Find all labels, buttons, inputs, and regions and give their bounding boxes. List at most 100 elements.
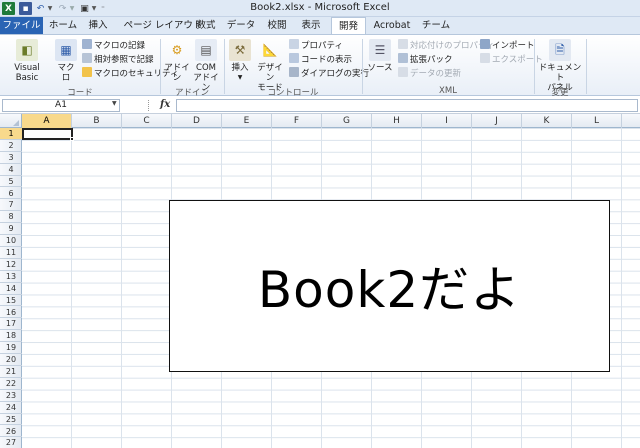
macro-button[interactable]: ▦ マクロ bbox=[54, 39, 78, 83]
tab-view[interactable]: 表示 bbox=[296, 17, 326, 34]
column-header-i[interactable]: I bbox=[422, 114, 472, 128]
row-header-2[interactable]: 2 bbox=[0, 140, 22, 152]
expansion-pack-label: 拡張パック bbox=[410, 55, 453, 65]
column-header-j[interactable]: J bbox=[472, 114, 522, 128]
column-header-m[interactable]: M bbox=[622, 114, 640, 128]
row-header-16[interactable]: 16 bbox=[0, 307, 22, 319]
tab-file[interactable]: ファイル bbox=[0, 17, 43, 34]
group-divider bbox=[586, 39, 587, 94]
map-properties-icon bbox=[398, 39, 408, 49]
properties-label: プロパティ bbox=[301, 41, 343, 51]
row-header-4[interactable]: 4 bbox=[0, 164, 22, 176]
record-macro-label: マクロの記録 bbox=[94, 41, 146, 51]
gear-icon: ⚙ bbox=[171, 43, 183, 57]
row-header-12[interactable]: 12 bbox=[0, 259, 22, 271]
xml-source-label: ソース bbox=[367, 63, 393, 73]
row-header-6[interactable]: 6 bbox=[0, 188, 22, 200]
document-panel-button[interactable]: 🗎 ドキュメント パネル bbox=[537, 39, 583, 93]
column-header-k[interactable]: K bbox=[522, 114, 572, 128]
row-header-9[interactable]: 9 bbox=[0, 223, 22, 236]
insert-function-icon[interactable]: fx bbox=[160, 99, 170, 110]
text-box-shape[interactable]: Book2だよ bbox=[169, 200, 610, 372]
row-header-1[interactable]: 1 bbox=[0, 128, 22, 140]
design-mode-label-1: デザイン bbox=[257, 63, 283, 83]
column-header-a[interactable]: A bbox=[22, 114, 72, 128]
column-header-l[interactable]: L bbox=[572, 114, 622, 128]
window-title: Book2.xlsx - Microsoft Excel bbox=[250, 2, 390, 13]
row-header-15[interactable]: 15 bbox=[0, 295, 22, 307]
visual-basic-button[interactable]: ◧ Visual Basic bbox=[2, 39, 52, 83]
import-icon bbox=[480, 39, 490, 49]
column-header-b[interactable]: B bbox=[72, 114, 122, 128]
resize-handle[interactable] bbox=[148, 100, 150, 111]
com-addin-button[interactable]: ▤ COM アドイン bbox=[192, 39, 220, 93]
formula-bar: A1 ▼ fx bbox=[0, 97, 640, 114]
select-all-button[interactable] bbox=[0, 114, 22, 128]
tab-developer[interactable]: 開発 bbox=[331, 17, 366, 35]
row-header-20[interactable]: 20 bbox=[0, 354, 22, 366]
column-header-d[interactable]: D bbox=[172, 114, 222, 128]
row-header-14[interactable]: 14 bbox=[0, 283, 22, 295]
properties-button[interactable]: プロパティ bbox=[289, 39, 343, 51]
view-code-label: コードの表示 bbox=[301, 55, 353, 65]
expansion-pack-button[interactable]: 拡張パック bbox=[398, 53, 453, 65]
view-code-button[interactable]: コードの表示 bbox=[289, 53, 352, 65]
row-header-18[interactable]: 18 bbox=[0, 330, 22, 343]
design-mode-icon: 📐 bbox=[262, 43, 278, 57]
tab-insert[interactable]: 挿入 bbox=[84, 17, 112, 34]
column-header-g[interactable]: G bbox=[322, 114, 372, 128]
row-header-8[interactable]: 8 bbox=[0, 211, 22, 224]
row-header-17[interactable]: 17 bbox=[0, 318, 22, 331]
row-header-24[interactable]: 24 bbox=[0, 402, 22, 414]
tab-team[interactable]: チーム bbox=[418, 17, 454, 34]
row-header-23[interactable]: 23 bbox=[0, 390, 22, 402]
com-addin-icon: ▤ bbox=[195, 39, 217, 61]
chevron-down-icon[interactable]: ▼ bbox=[112, 100, 117, 107]
column-gridline bbox=[121, 128, 122, 448]
row-header-11[interactable]: 11 bbox=[0, 247, 22, 259]
addin-button[interactable]: ⚙ アドイン bbox=[163, 39, 191, 83]
row-header-7[interactable]: 7 bbox=[0, 199, 22, 212]
column-header-h[interactable]: H bbox=[372, 114, 422, 128]
tab-home[interactable]: ホーム bbox=[46, 17, 80, 34]
run-dialog-button[interactable]: ダイアログの実行 bbox=[289, 67, 369, 79]
row-header-3[interactable]: 3 bbox=[0, 152, 22, 164]
refresh-data-label: データの更新 bbox=[410, 69, 462, 79]
addin-label: アドイン bbox=[164, 63, 190, 83]
tab-review[interactable]: 校閲 bbox=[262, 17, 292, 34]
export-icon bbox=[480, 53, 490, 63]
name-box[interactable]: A1 bbox=[2, 99, 120, 112]
row-header-13[interactable]: 13 bbox=[0, 271, 22, 283]
fill-handle[interactable] bbox=[70, 137, 74, 141]
import-button[interactable]: インポート bbox=[480, 39, 535, 51]
run-dialog-icon bbox=[289, 67, 299, 77]
record-macro-button[interactable]: マクロの記録 bbox=[82, 39, 145, 51]
design-mode-button[interactable]: 📐 デザイン モード bbox=[254, 39, 286, 93]
tab-formulas[interactable]: 数式 bbox=[192, 17, 220, 34]
macro-icon: ▦ bbox=[55, 39, 77, 61]
column-header-c[interactable]: C bbox=[122, 114, 172, 128]
column-header-f[interactable]: F bbox=[272, 114, 322, 128]
formula-input[interactable] bbox=[176, 99, 638, 112]
refresh-data-button[interactable]: データの更新 bbox=[398, 67, 461, 79]
active-cell[interactable] bbox=[22, 128, 74, 141]
row-header-21[interactable]: 21 bbox=[0, 366, 22, 378]
row-header-5[interactable]: 5 bbox=[0, 176, 22, 188]
row-header-10[interactable]: 10 bbox=[0, 235, 22, 247]
com-addin-label-1: COM bbox=[196, 63, 216, 73]
refresh-icon bbox=[398, 67, 408, 77]
row-header-19[interactable]: 19 bbox=[0, 342, 22, 355]
insert-control-button[interactable]: ⚒ 挿入 ▼ bbox=[228, 39, 252, 83]
document-panel-label-1: ドキュメント bbox=[538, 63, 582, 83]
relative-ref-button[interactable]: 相対参照で記録 bbox=[82, 53, 154, 65]
tab-data[interactable]: データ bbox=[224, 17, 258, 34]
column-header-e[interactable]: E bbox=[222, 114, 272, 128]
document-panel-icon: 🗎 bbox=[549, 39, 571, 61]
xml-source-button[interactable]: ☰ ソース bbox=[366, 39, 394, 73]
row-header-27[interactable]: 27 bbox=[0, 437, 22, 448]
row-header-26[interactable]: 26 bbox=[0, 426, 22, 438]
tab-acrobat[interactable]: Acrobat bbox=[370, 17, 414, 34]
row-header-25[interactable]: 25 bbox=[0, 414, 22, 426]
row-header-22[interactable]: 22 bbox=[0, 378, 22, 390]
toolbox-icon: ⚒ bbox=[229, 39, 251, 61]
